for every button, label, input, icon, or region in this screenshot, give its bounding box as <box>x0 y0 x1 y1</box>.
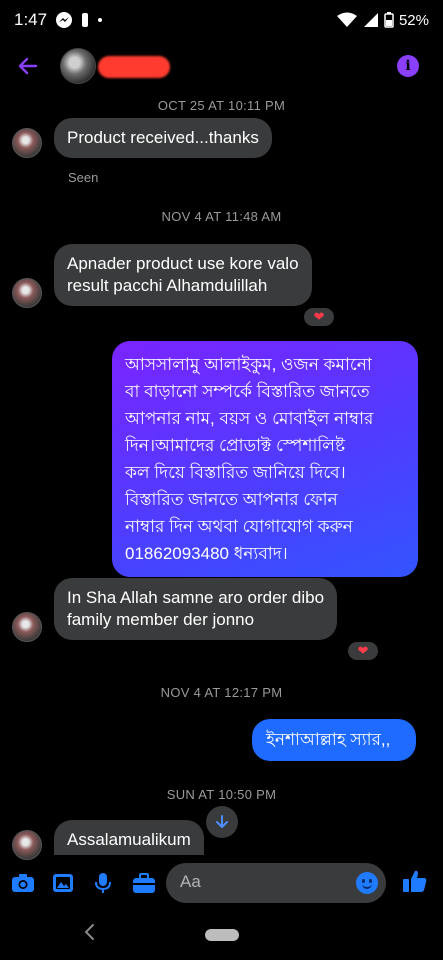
message-line: Product received...thanks <box>67 128 259 147</box>
emoji-icon[interactable] <box>356 872 378 894</box>
message-line: 01862093480 ধন্যবাদ। <box>125 544 288 563</box>
message-line: কল দিয়ে বিস্তারিত জানিয়ে দিবে। <box>125 463 346 482</box>
message-line: বিস্তারিত জানতে আপনার ফোন <box>125 490 338 509</box>
system-navigation-bar <box>0 912 443 960</box>
message-line: বা বাড়ানো সম্পর্কে বিস্তারিত জানতে <box>125 382 370 401</box>
contact-avatar[interactable] <box>60 48 96 84</box>
heart-reaction-icon[interactable]: ❤ <box>302 306 336 328</box>
message-bubble-incoming[interactable]: Assalamualikum <box>54 820 204 855</box>
battery-icon <box>384 12 394 28</box>
signal-icon <box>363 12 379 28</box>
timestamp: OCT 25 AT 10:11 PM <box>157 98 286 113</box>
message-bubble-incoming[interactable]: Apnader product use kore valo result pac… <box>54 244 312 306</box>
camera-icon[interactable] <box>10 872 36 894</box>
microphone-icon[interactable] <box>90 872 116 894</box>
message-line: ইনশাআল্লাহ স্যার,, <box>266 730 391 749</box>
battery-percent: 52% <box>398 11 429 29</box>
message-line: নাম্বার দিন অথবা যোগাযোগ করুন <box>125 517 353 536</box>
message-line: family member der jonno <box>67 610 255 629</box>
seen-status: Seen <box>68 170 99 185</box>
sender-avatar[interactable] <box>12 830 42 860</box>
message-line: আপনার নাম, বয়স ও মোবাইল নাম্বার <box>125 409 374 428</box>
sender-avatar[interactable] <box>12 612 42 642</box>
message-composer <box>0 860 443 906</box>
sender-avatar[interactable] <box>12 128 42 158</box>
message-line: দিন।আমাদের প্রোডাক্ট স্পেশালিষ্ট <box>125 436 346 455</box>
message-input[interactable] <box>180 872 350 892</box>
message-bubble-incoming[interactable]: In Sha Allah samne aro order dibo family… <box>54 578 338 640</box>
message-bubble-incoming[interactable]: Product received...thanks <box>54 118 272 158</box>
message-line: In Sha Allah samne aro order dibo <box>67 588 325 607</box>
image-icon[interactable] <box>50 872 76 894</box>
scroll-to-bottom-button[interactable] <box>206 806 238 838</box>
message-bubble-outgoing[interactable]: ইনশাআল্লাহ স্যার,, <box>252 719 416 761</box>
redacted-contact-name[interactable] <box>98 56 170 78</box>
info-icon[interactable]: i <box>397 55 419 77</box>
wifi-icon <box>336 12 358 28</box>
home-pill[interactable] <box>205 929 239 941</box>
timestamp: NOV 4 AT 11:48 AM <box>161 209 282 224</box>
message-line: আসসালামু আলাইকুম, ওজন কমানো <box>125 355 372 374</box>
message-line: Assalamualikum <box>67 830 191 849</box>
timestamp: NOV 4 AT 12:17 PM <box>160 685 283 700</box>
nav-back-icon[interactable] <box>82 922 96 948</box>
back-arrow-icon[interactable] <box>16 54 44 78</box>
messenger-notification-icon <box>55 11 73 29</box>
thumbs-up-icon[interactable] <box>402 870 428 892</box>
notification-icon <box>81 12 89 28</box>
clock: 1:47 <box>14 10 48 29</box>
timestamp: SUN AT 10:50 PM <box>166 787 277 802</box>
dot-icon <box>97 17 103 23</box>
heart-reaction-icon[interactable]: ❤ <box>346 640 380 662</box>
message-line: Apnader product use kore valo <box>67 254 299 273</box>
conversation-header: i <box>0 44 443 90</box>
arrow-down-icon <box>216 815 228 828</box>
sender-avatar[interactable] <box>12 278 42 308</box>
status-bar: 1:47 52% <box>0 0 443 40</box>
message-line: result pacchi Alhamdulillah <box>67 276 268 295</box>
message-input-container[interactable] <box>166 863 386 903</box>
message-bubble-outgoing[interactable]: আসসালামু আলাইকুম, ওজন কমানো বা বাড়ানো স… <box>112 341 418 577</box>
briefcase-icon[interactable] <box>131 872 157 894</box>
